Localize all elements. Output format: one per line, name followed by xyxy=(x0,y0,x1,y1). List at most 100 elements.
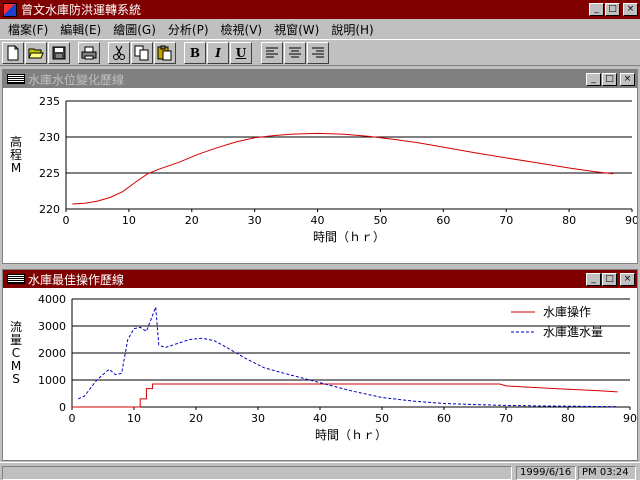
bold-icon: B xyxy=(189,46,201,60)
close-icon: × xyxy=(623,273,632,284)
x-tick-label: 70 xyxy=(499,412,513,425)
close-icon: × xyxy=(626,4,635,14)
x-tick-label: 40 xyxy=(313,412,327,425)
menu-analysis[interactable]: 分析(P) xyxy=(162,21,215,38)
save-disk-icon xyxy=(52,46,66,60)
child1-maximize-button[interactable]: □ xyxy=(602,72,617,86)
series-line-0 xyxy=(72,132,614,205)
operation-window-title: 水庫最佳操作歷線 xyxy=(28,272,125,287)
minimize-icon: _ xyxy=(594,4,599,14)
chart-window-icon[interactable] xyxy=(7,274,25,284)
close-icon: × xyxy=(623,73,632,84)
x-tick-label: 90 xyxy=(623,412,637,425)
underline-icon: U xyxy=(235,46,247,60)
x-tick-label: 20 xyxy=(189,412,203,425)
menu-view[interactable]: 檢視(V) xyxy=(215,21,269,38)
x-tick-label: 80 xyxy=(562,214,576,227)
menu-help[interactable]: 說明(H) xyxy=(325,21,379,38)
status-time: PM 03:24 xyxy=(578,466,636,480)
copy-button[interactable] xyxy=(131,42,153,64)
water-level-window-title-bar[interactable]: 水庫水位變化歷線 _ □ × xyxy=(3,70,637,88)
x-tick-label: 30 xyxy=(248,214,262,227)
y-axis-label: 高程 M xyxy=(10,134,22,175)
bold-button[interactable]: B xyxy=(184,42,206,64)
save-button[interactable] xyxy=(48,42,70,64)
cut-scissors-icon xyxy=(113,45,125,60)
print-icon xyxy=(81,46,97,60)
chart-window-icon[interactable] xyxy=(7,74,25,84)
y-tick-label: 225 xyxy=(39,167,60,180)
app-title-bar[interactable]: 曾文水庫防洪運轉系統 _ □ × xyxy=(0,0,640,19)
x-tick-label: 10 xyxy=(127,412,141,425)
x-tick-label: 10 xyxy=(122,214,136,227)
underline-button[interactable]: U xyxy=(230,42,252,64)
x-tick-label: 70 xyxy=(499,214,513,227)
y-tick-label: 235 xyxy=(39,95,60,108)
italic-button[interactable]: I xyxy=(207,42,229,64)
cut-button[interactable] xyxy=(108,42,130,64)
align-right-icon xyxy=(312,47,324,58)
y-tick-label: 3000 xyxy=(38,320,66,333)
y-axis-label: 流量 C M S xyxy=(10,320,22,386)
legend-label: 水庫操作 xyxy=(543,304,591,319)
x-tick-label: 90 xyxy=(625,214,637,227)
status-date: 1999/6/16 xyxy=(516,466,576,480)
menu-draw[interactable]: 繪圖(G) xyxy=(107,21,162,38)
x-tick-label: 0 xyxy=(63,214,70,227)
menu-window[interactable]: 視窗(W) xyxy=(268,21,325,38)
align-left-icon xyxy=(266,47,278,58)
x-axis-label: 時間（ｈｒ） xyxy=(313,230,385,244)
italic-icon: I xyxy=(215,46,221,60)
y-tick-label: 220 xyxy=(39,203,60,216)
menu-bar: 檔案(F) 編輯(E) 繪圖(G) 分析(P) 檢視(V) 視窗(W) 說明(H… xyxy=(0,19,640,39)
minimize-icon: _ xyxy=(591,73,596,84)
child1-minimize-button[interactable]: _ xyxy=(586,72,601,86)
child2-close-button[interactable]: × xyxy=(620,272,635,286)
paste-icon xyxy=(157,45,172,61)
water-level-window[interactable]: 水庫水位變化歷線 _ □ × 220 225 230 235 0 10 20 30 40 50 60… xyxy=(2,69,638,264)
open-folder-button[interactable] xyxy=(25,42,47,64)
maximize-icon: □ xyxy=(605,73,614,84)
operation-chart: 0 1000 2000 3000 4000 0 10 20 30 40 50 60 70 80 90 時間（ｈ… xyxy=(10,293,637,442)
app-title: 曾文水庫防洪運轉系統 xyxy=(21,3,142,17)
y-tick-label: 4000 xyxy=(38,293,66,306)
maximize-icon: □ xyxy=(608,4,617,14)
x-tick-label: 80 xyxy=(561,412,575,425)
series-line-0 xyxy=(72,383,618,408)
maximize-button[interactable]: □ xyxy=(605,3,620,16)
y-tick-label: 2000 xyxy=(38,347,66,360)
x-tick-label: 60 xyxy=(436,214,450,227)
print-button[interactable] xyxy=(78,42,100,64)
child2-maximize-button[interactable]: □ xyxy=(602,272,617,286)
menu-file[interactable]: 檔案(F) xyxy=(2,21,54,38)
minimize-icon: _ xyxy=(591,273,596,284)
x-tick-label: 0 xyxy=(69,412,76,425)
y-tick-label: 0 xyxy=(59,401,66,414)
close-button[interactable]: × xyxy=(623,3,638,16)
operation-window[interactable]: 水庫最佳操作歷線 _ □ × 0 1000 2000 3000 4000 0 10 20 30 4… xyxy=(2,269,638,461)
app-icon[interactable] xyxy=(3,2,17,17)
water-level-chart: 220 225 230 235 0 10 20 30 40 50 60 70 80 90 時間（ｈｒ） 高程 M xyxy=(10,95,637,244)
minimize-button[interactable]: _ xyxy=(589,3,604,16)
legend-label: 水庫進水量 xyxy=(543,325,603,339)
operation-window-title-bar[interactable]: 水庫最佳操作歷線 _ □ × xyxy=(3,270,637,288)
series-line-1 xyxy=(78,306,618,408)
maximize-icon: □ xyxy=(605,273,614,284)
y-tick-label: 230 xyxy=(39,131,60,144)
new-file-icon xyxy=(7,45,19,61)
x-tick-label: 20 xyxy=(185,214,199,227)
status-message-pane xyxy=(2,466,512,480)
align-left-button[interactable] xyxy=(261,42,283,64)
align-center-button[interactable] xyxy=(284,42,306,64)
align-right-button[interactable] xyxy=(307,42,329,64)
copy-icon xyxy=(134,45,149,61)
x-tick-label: 30 xyxy=(251,412,265,425)
new-file-button[interactable] xyxy=(2,42,24,64)
child1-close-button[interactable]: × xyxy=(620,72,635,86)
x-tick-label: 50 xyxy=(373,214,387,227)
paste-button[interactable] xyxy=(154,42,176,64)
toolbar: B I U xyxy=(0,39,640,66)
open-folder-icon xyxy=(28,48,44,59)
child2-minimize-button[interactable]: _ xyxy=(586,272,601,286)
menu-edit[interactable]: 編輯(E) xyxy=(54,21,107,38)
